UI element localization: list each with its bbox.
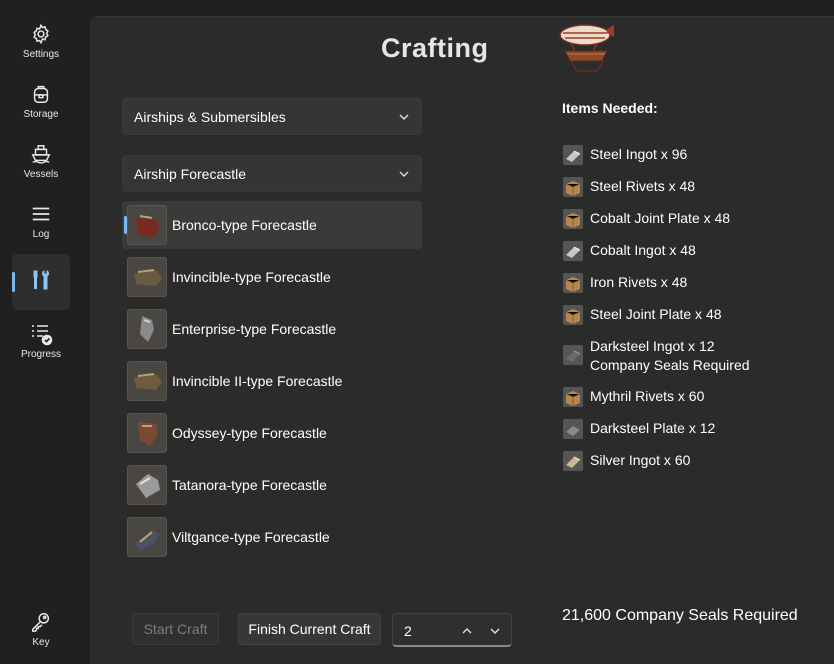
nav-crafting[interactable] <box>12 254 70 310</box>
list-item: Cobalt Ingot x 48 <box>562 237 822 269</box>
item-text: Steel Joint Plate x 48 <box>590 306 722 322</box>
nav-vessels-label: Vessels <box>23 169 59 180</box>
list-item: Steel Ingot x 96 <box>562 141 822 173</box>
forecastle-part-icon <box>127 309 167 349</box>
forecastle-part-icon <box>127 205 167 245</box>
list-item[interactable]: Bronco-type Forecastle <box>122 201 422 249</box>
nav-storage-label: Storage <box>23 109 59 120</box>
navigation-rail: Settings Storage Vessels Log Progress Ke… <box>0 0 90 664</box>
list-item[interactable]: Tatanora-type Forecastle <box>122 461 422 509</box>
items-needed-heading: Items Needed: <box>562 100 658 116</box>
ingot-icon <box>563 241 583 261</box>
nav-vessels[interactable]: Vessels <box>12 134 70 190</box>
part-name: Enterprise-type Forecastle <box>172 321 337 337</box>
forecastle-part-icon <box>127 361 167 401</box>
crafting-panel: Crafting Airships & Submersibles Airship… <box>90 16 834 664</box>
chevron-down-icon[interactable] <box>488 624 502 638</box>
item-text: Silver Ingot x 60 <box>590 452 691 468</box>
part-name: Invincible-type Forecastle <box>172 269 331 285</box>
backpack-icon <box>29 82 53 106</box>
forecastle-part-icon <box>127 465 167 505</box>
nav-settings[interactable]: Settings <box>12 14 70 70</box>
list-item[interactable]: Invincible-type Forecastle <box>122 253 422 301</box>
nav-key-label: Key <box>32 637 50 648</box>
list-item: Silver Ingot x 60 <box>562 447 822 479</box>
item-text: Steel Ingot x 96 <box>590 146 688 162</box>
category-select[interactable]: Airships & Submersibles <box>122 98 422 135</box>
item-text: Darksteel Plate x 12 <box>590 420 716 436</box>
start-craft-button[interactable]: Start Craft <box>132 613 219 645</box>
list-item[interactable]: Odyssey-type Forecastle <box>122 409 422 457</box>
quantity-value[interactable]: 2 <box>404 623 412 639</box>
item-text: Steel Rivets x 48 <box>590 178 696 194</box>
item-text: Iron Rivets x 48 <box>590 274 688 290</box>
crate-icon <box>563 209 583 229</box>
airship-logo-icon <box>559 24 614 72</box>
nav-progress[interactable]: Progress <box>12 314 70 370</box>
checklist-icon <box>29 322 53 346</box>
quantity-stepper[interactable]: 2 <box>392 613 512 647</box>
nav-log-label: Log <box>32 229 50 240</box>
item-text: Darksteel Ingot x 12 Company Seals Requi… <box>590 337 750 375</box>
chevron-down-icon <box>399 114 409 120</box>
list-item: Darksteel Ingot x 12 Company Seals Requi… <box>562 333 822 383</box>
list-item: Steel Rivets x 48 <box>562 173 822 205</box>
parts-list: Bronco-type Forecastle Invincible-type F… <box>122 201 422 565</box>
item-text: Mythril Rivets x 60 <box>590 388 705 404</box>
part-name: Tatanora-type Forecastle <box>172 477 327 493</box>
category-select-value: Airships & Submersibles <box>134 108 286 125</box>
part-name: Viltgance-type Forecastle <box>172 529 330 545</box>
chevron-down-icon <box>399 171 409 177</box>
list-item[interactable]: Viltgance-type Forecastle <box>122 513 422 561</box>
hamburger-lines-icon <box>29 202 53 226</box>
crafting-tools-icon <box>29 268 53 292</box>
forecastle-part-icon <box>127 413 167 453</box>
key-icon <box>29 610 53 634</box>
finish-current-craft-button[interactable]: Finish Current Craft <box>238 613 381 645</box>
item-text: Cobalt Ingot x 48 <box>590 242 696 258</box>
crate-icon <box>563 305 583 325</box>
list-item[interactable]: Invincible II-type Forecastle <box>122 357 422 405</box>
crate-icon <box>563 387 583 407</box>
part-name: Bronco-type Forecastle <box>172 217 317 233</box>
part-type-select[interactable]: Airship Forecastle <box>122 155 422 192</box>
crate-icon <box>563 273 583 293</box>
nav-key[interactable]: Key <box>12 602 70 658</box>
list-item: Steel Joint Plate x 48 <box>562 301 822 333</box>
part-name: Odyssey-type Forecastle <box>172 425 327 441</box>
item-text: Cobalt Joint Plate x 48 <box>590 210 731 226</box>
part-type-select-value: Airship Forecastle <box>134 165 247 182</box>
list-item: Mythril Rivets x 60 <box>562 383 822 415</box>
list-item[interactable]: Enterprise-type Forecastle <box>122 305 422 353</box>
nav-storage[interactable]: Storage <box>12 74 70 130</box>
forecastle-part-icon <box>127 257 167 297</box>
ingot-icon <box>563 145 583 165</box>
list-item: Cobalt Joint Plate x 48 <box>562 205 822 237</box>
nav-log[interactable]: Log <box>12 194 70 250</box>
item-text-main: Darksteel Ingot x 12 <box>590 338 715 354</box>
ingot-icon <box>563 451 583 471</box>
nav-progress-label: Progress <box>20 349 61 360</box>
list-item: Darksteel Plate x 12 <box>562 415 822 447</box>
gear-icon <box>29 22 53 46</box>
ingot-icon <box>563 345 583 365</box>
forecastle-part-icon <box>127 517 167 557</box>
list-item: Iron Rivets x 48 <box>562 269 822 301</box>
item-text-note: Company Seals Required <box>590 357 750 373</box>
crate-icon <box>563 177 583 197</box>
nav-settings-label: Settings <box>22 49 60 60</box>
items-needed-list: Steel Ingot x 96 Steel Rivets x 48 Cobal… <box>562 141 822 479</box>
page-title: Crafting <box>381 33 489 63</box>
ship-icon <box>29 142 53 166</box>
ingot-icon <box>563 419 583 439</box>
chevron-up-icon[interactable] <box>460 624 474 638</box>
part-name: Invincible II-type Forecastle <box>172 373 343 389</box>
total-cost: 21,600 Company Seals Required <box>562 607 798 624</box>
